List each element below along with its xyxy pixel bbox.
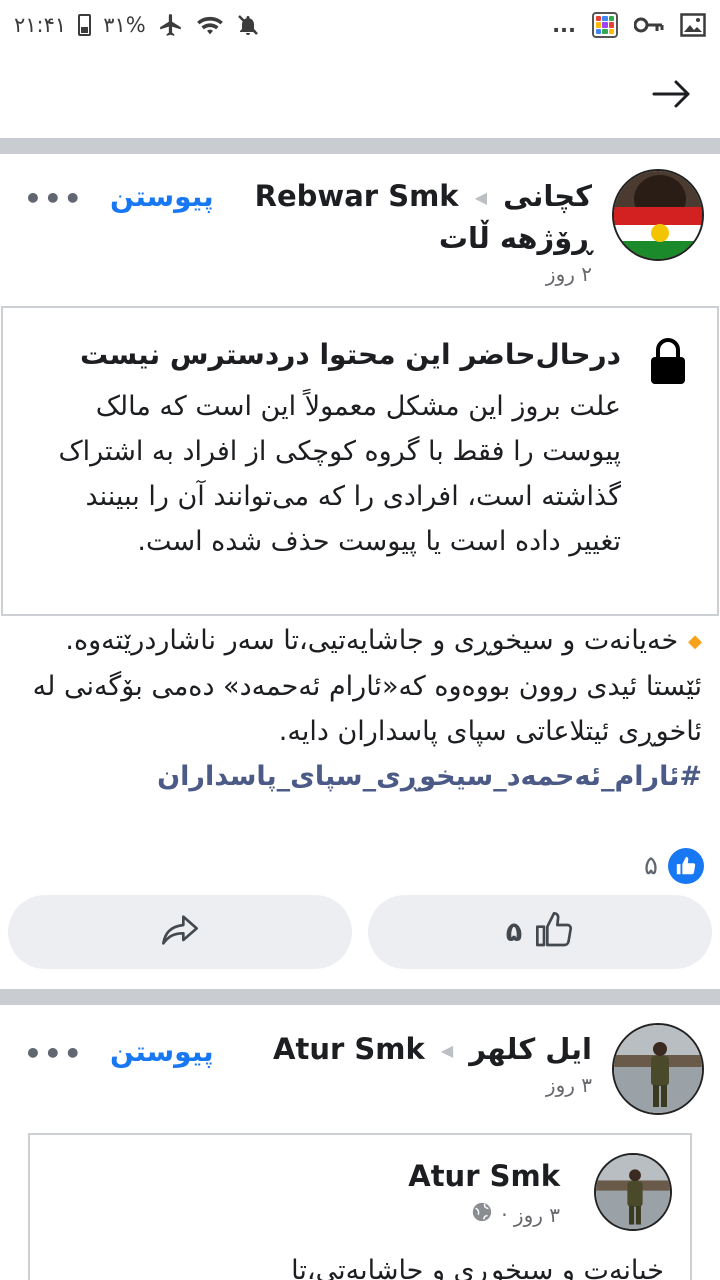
- reaction-count: ۵: [644, 851, 658, 881]
- airplane-mode-icon: [158, 10, 184, 40]
- share-icon: [160, 910, 200, 954]
- post-text-line2: ئێستا ئیدی روون بووەوە کە«ئارام ئەحمەد» …: [32, 671, 702, 747]
- content-unavailable-card[interactable]: درحال‌حاضر این محتوا دردسترس نیست علت بر…: [1, 306, 719, 616]
- status-left: ۲۱:۴۱ ۳۱%: [14, 10, 260, 40]
- shared-post-card[interactable]: Atur Smk ۳ روز · خیانه‌ت و سیخوڕی و جاشا…: [28, 1133, 692, 1280]
- more-options-button[interactable]: •••: [24, 1037, 84, 1070]
- triangle-right-icon: ◀: [440, 1041, 454, 1060]
- shared-time: ۳ روز ·: [471, 1201, 560, 1228]
- wifi-icon: [196, 10, 224, 40]
- status-bar: ۲۱:۴۱ ۳۱% ...: [0, 0, 720, 52]
- lock-icon: [649, 336, 687, 386]
- image-icon: [680, 10, 706, 40]
- avatar[interactable]: [612, 169, 704, 261]
- post1-header: کچانی ◀ Rebwar Smk ڕۆژهه ڵات ۲ روز پیوست…: [0, 154, 720, 304]
- overflow-indicator: ...: [552, 13, 576, 37]
- like-reaction-icon: [668, 848, 704, 884]
- share-button[interactable]: [8, 895, 352, 969]
- unavailable-body: علت بروز این مشکل معمولاً این است که مال…: [58, 391, 621, 557]
- author-name[interactable]: Atur Smk: [273, 1032, 425, 1066]
- post1-group-line2: ڕۆژهه ڵات: [439, 218, 592, 258]
- group-name[interactable]: ایل کلهر: [469, 1032, 592, 1066]
- unavailable-title: درحال‌حاضر این محتوا دردسترس نیست: [80, 338, 621, 371]
- battery-icon: [78, 10, 92, 40]
- post-text-line1: ◆خەیانەت و سیخوڕی و جاشایەتیی،تا سەر ناش…: [65, 625, 702, 656]
- shared-author-name[interactable]: Atur Smk: [408, 1159, 560, 1193]
- shared-post-text: خیانه‌ت و سیخوڕی و جاشایه‌تی،تا: [291, 1255, 664, 1280]
- app-grid-icon: [592, 10, 618, 40]
- key-icon: [634, 10, 664, 40]
- timestamp[interactable]: ۳ روز ·: [501, 1203, 560, 1227]
- top-nav: [0, 52, 720, 138]
- battery-percent: ۳۱%: [103, 13, 146, 37]
- hashtag-link[interactable]: #ئارام_ئەحمەد_سیخوڕی_سپای_پاسداران: [20, 754, 702, 799]
- triangle-right-icon: ◀: [474, 188, 487, 207]
- like-count: ۵: [505, 916, 523, 948]
- back-arrow-icon[interactable]: [650, 72, 694, 116]
- post1-time: ۲ روز: [546, 262, 592, 286]
- reaction-summary[interactable]: ۵: [644, 848, 704, 884]
- post2-time: ۳ روز: [546, 1073, 592, 1097]
- thumbs-up-icon: [534, 910, 574, 954]
- status-right: ...: [552, 10, 706, 40]
- group-name[interactable]: کچانی: [503, 179, 592, 213]
- avatar[interactable]: [594, 1153, 672, 1231]
- avatar[interactable]: [612, 1023, 704, 1115]
- clock: ۲۱:۴۱: [14, 13, 67, 37]
- group-name-2[interactable]: ڕۆژهه ڵات: [439, 221, 592, 255]
- join-group-button[interactable]: پیوستن: [110, 180, 214, 213]
- diamond-icon: ◆: [688, 631, 702, 652]
- post1-author-line: کچانی ◀ Rebwar Smk: [255, 176, 592, 218]
- post2-author-line: ایل کلهر ◀ Atur Smk: [273, 1029, 592, 1071]
- post-text: ◆خەیانەت و سیخوڕی و جاشایەتیی،تا سەر ناش…: [20, 618, 702, 799]
- author-name[interactable]: Rebwar Smk: [255, 179, 459, 213]
- join-group-button[interactable]: پیوستن: [110, 1035, 214, 1068]
- timestamp[interactable]: ۳ روز: [546, 1073, 592, 1097]
- mute-icon: [236, 10, 260, 40]
- globe-icon: [471, 1201, 493, 1228]
- more-options-button[interactable]: •••: [24, 182, 84, 215]
- like-button[interactable]: ۵: [368, 895, 712, 969]
- feed-divider: [0, 138, 720, 154]
- timestamp[interactable]: ۲ روز: [546, 262, 592, 286]
- feed-divider: [0, 989, 720, 1005]
